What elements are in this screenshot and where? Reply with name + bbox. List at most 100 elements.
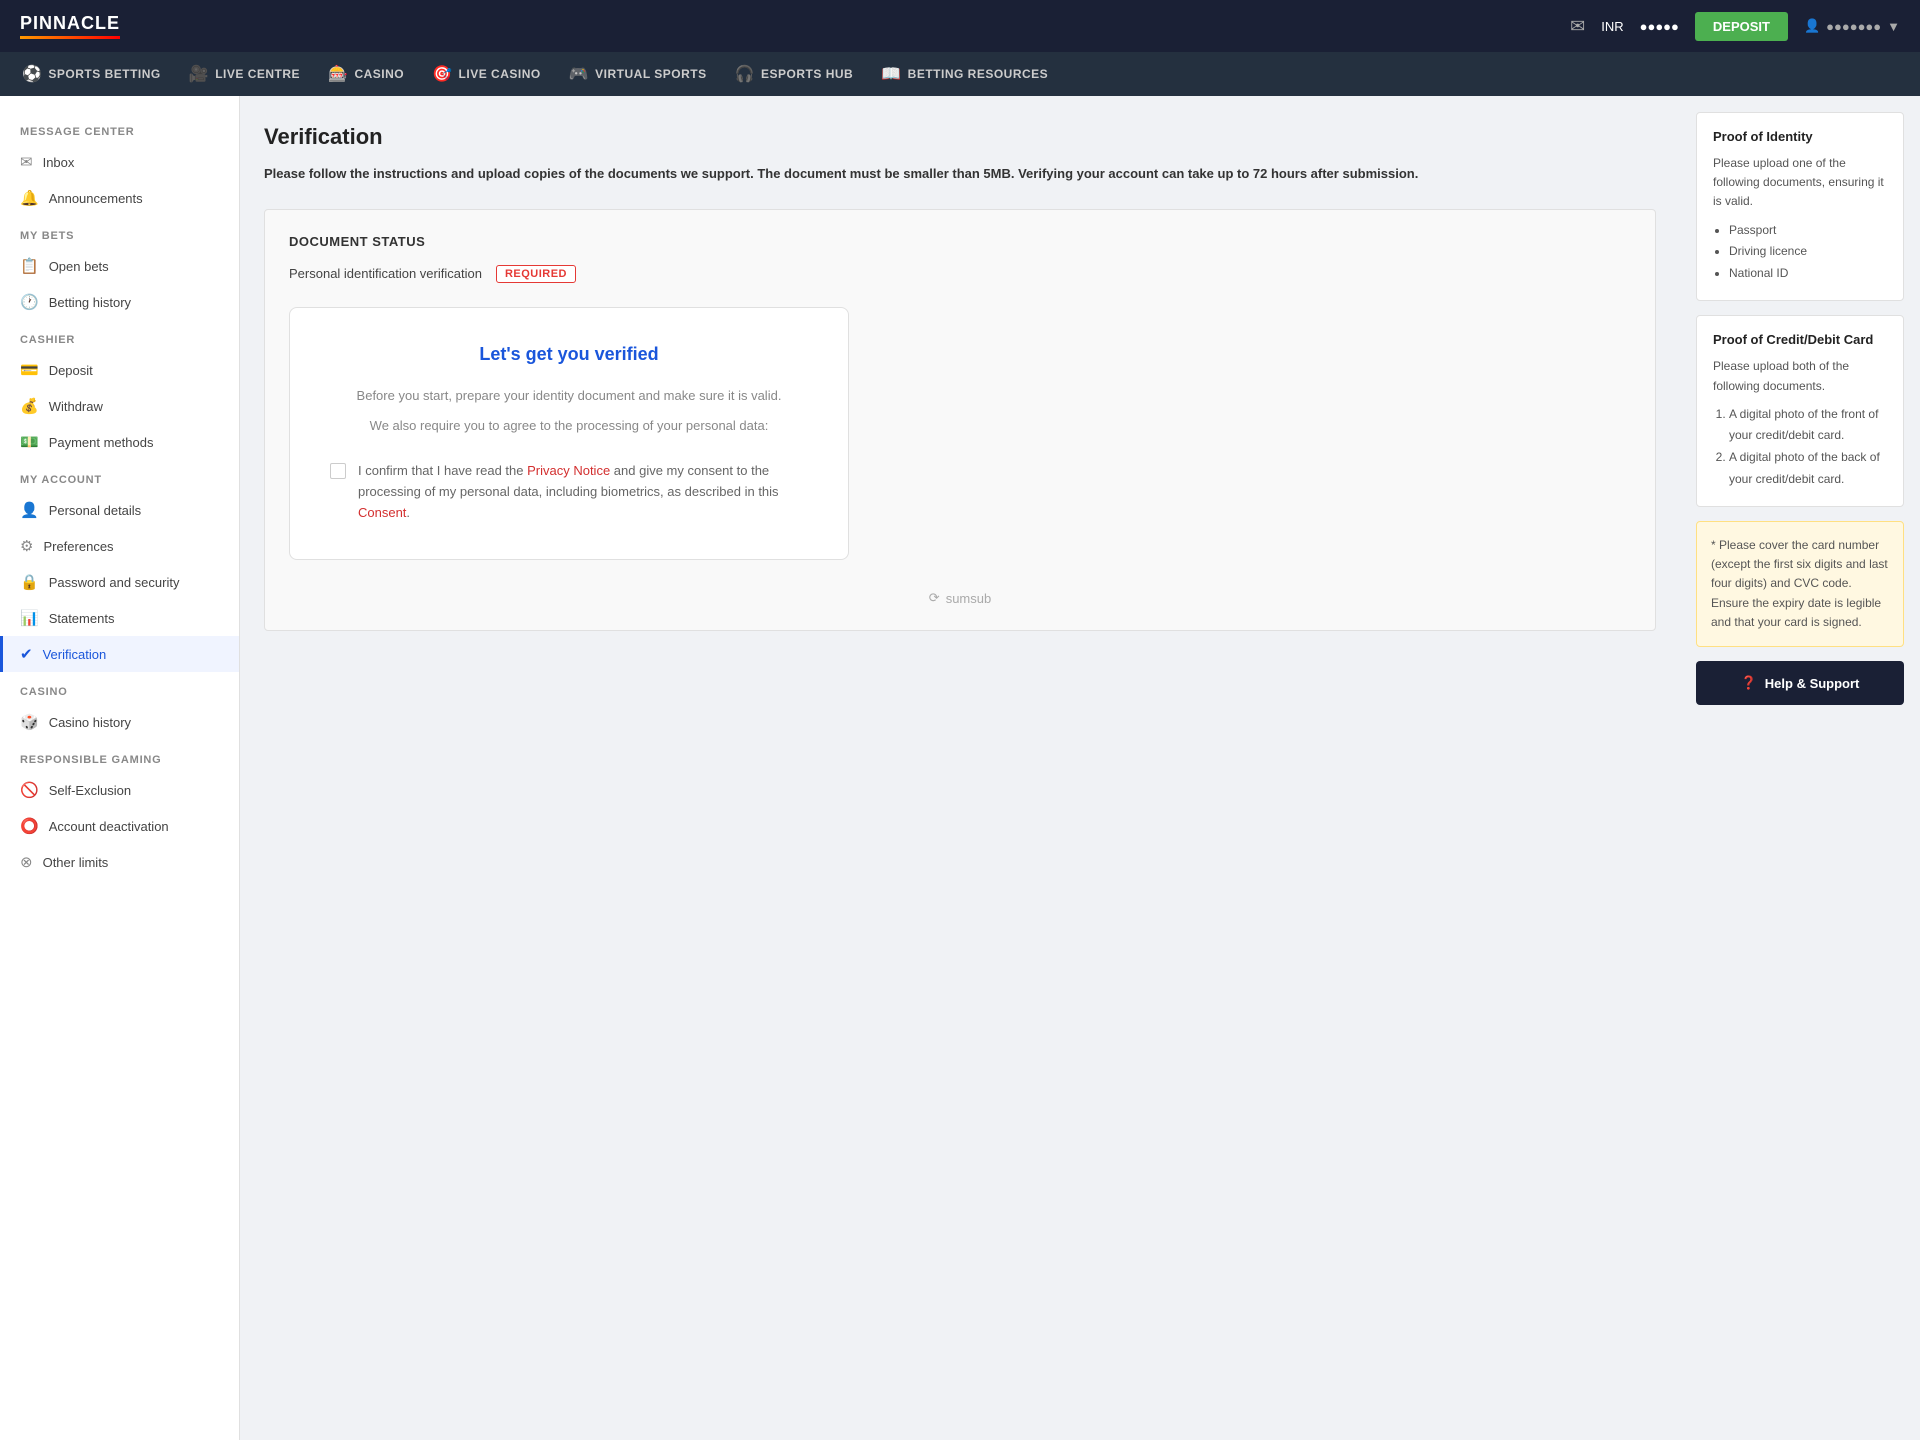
- consent-text-end: .: [406, 505, 410, 520]
- sidebar-section-cashier: CASHIER: [0, 320, 239, 352]
- proof-of-card-description: Please upload both of the following docu…: [1713, 357, 1887, 395]
- deposit-button[interactable]: DEPOSIT: [1695, 12, 1788, 41]
- sumsub-logo: ⟳ sumsub: [289, 590, 1631, 606]
- sidebar-item-self-exclusion[interactable]: 🚫 Self-Exclusion: [0, 772, 239, 808]
- personal-details-icon: 👤: [20, 501, 39, 519]
- consent-text: I confirm that I have read the Privacy N…: [358, 461, 808, 523]
- sidebar-item-payment-methods[interactable]: 💵 Payment methods: [0, 424, 239, 460]
- main-layout: MESSAGE CENTER ✉ Inbox 🔔 Announcements M…: [0, 96, 1920, 1440]
- sidebar-item-statements[interactable]: 📊 Statements: [0, 600, 239, 636]
- nav-resources-label: BETTING RESOURCES: [908, 67, 1049, 81]
- sidebar-label-payment-methods: Payment methods: [49, 435, 154, 450]
- preferences-icon: ⚙: [20, 537, 33, 555]
- sidebar-label-password-security: Password and security: [49, 575, 180, 590]
- list-item: Driving licence: [1729, 241, 1887, 263]
- logo[interactable]: PINNACLE: [20, 13, 120, 39]
- consent-link[interactable]: Consent: [358, 505, 406, 520]
- nav-sports-label: SPORTS BETTING: [48, 67, 160, 81]
- consent-checkbox[interactable]: [330, 463, 346, 479]
- proof-of-identity-title: Proof of Identity: [1713, 129, 1887, 144]
- help-icon: ❓: [1741, 675, 1757, 691]
- sidebar-item-account-deactivation[interactable]: ⭕ Account deactivation: [0, 808, 239, 844]
- document-status-box: DOCUMENT STATUS Personal identification …: [264, 209, 1656, 632]
- privacy-notice-link[interactable]: Privacy Notice: [527, 463, 610, 478]
- sidebar-label-casino-history: Casino history: [49, 715, 131, 730]
- doc-status-title: DOCUMENT STATUS: [289, 234, 1631, 249]
- list-item: Passport: [1729, 220, 1887, 242]
- user-area[interactable]: 👤 ●●●●●●● ▼: [1804, 18, 1900, 34]
- sidebar-section-my-account: MY ACCOUNT: [0, 460, 239, 492]
- top-navigation: PINNACLE ✉ INR ●●●●● DEPOSIT 👤 ●●●●●●● ▼: [0, 0, 1920, 52]
- proof-of-card-card: Proof of Credit/Debit Card Please upload…: [1696, 315, 1904, 507]
- nav-betting-resources[interactable]: 📖 BETTING RESOURCES: [869, 52, 1060, 96]
- sidebar-item-preferences[interactable]: ⚙ Preferences: [0, 528, 239, 564]
- payment-methods-icon: 💵: [20, 433, 39, 451]
- casino-history-icon: 🎲: [20, 713, 39, 731]
- betting-history-icon: 🕐: [20, 293, 39, 311]
- proof-of-identity-card: Proof of Identity Please upload one of t…: [1696, 112, 1904, 301]
- announcements-icon: 🔔: [20, 189, 39, 207]
- warning-card: * Please cover the card number (except t…: [1696, 521, 1904, 647]
- consent-text-part1: I confirm that I have read the: [358, 463, 527, 478]
- doc-status-row: Personal identification verification REQ…: [289, 265, 1631, 283]
- sidebar-item-other-limits[interactable]: ⊗ Other limits: [0, 844, 239, 880]
- proof-of-identity-description: Please upload one of the following docum…: [1713, 154, 1887, 212]
- withdraw-icon: 💰: [20, 397, 39, 415]
- username: ●●●●●●●: [1826, 19, 1881, 34]
- secondary-navigation: ⚽ SPORTS BETTING 🎥 LIVE CENTRE 🎰 CASINO …: [0, 52, 1920, 96]
- sidebar-item-inbox[interactable]: ✉ Inbox: [0, 144, 239, 180]
- currency-label: INR: [1601, 19, 1623, 34]
- sidebar-item-password-security[interactable]: 🔒 Password and security: [0, 564, 239, 600]
- verify-card-title: Let's get you verified: [330, 344, 808, 365]
- nav-esports-hub[interactable]: 🎧 ESPORTS HUB: [723, 52, 866, 96]
- nav-sports-betting[interactable]: ⚽ SPORTS BETTING: [10, 52, 173, 96]
- verify-card-line2: We also require you to agree to the proc…: [330, 415, 808, 437]
- logo-underline: [20, 36, 120, 39]
- verify-card-line1: Before you start, prepare your identity …: [330, 385, 808, 407]
- help-support-button[interactable]: ❓ Help & Support: [1696, 661, 1904, 705]
- inbox-icon: ✉: [20, 153, 33, 171]
- sidebar-item-announcements[interactable]: 🔔 Announcements: [0, 180, 239, 216]
- sidebar-item-deposit[interactable]: 💳 Deposit: [0, 352, 239, 388]
- sidebar-label-self-exclusion: Self-Exclusion: [49, 783, 131, 798]
- sidebar-section-my-bets: MY BETS: [0, 216, 239, 248]
- sidebar-item-open-bets[interactable]: 📋 Open bets: [0, 248, 239, 284]
- deposit-icon: 💳: [20, 361, 39, 379]
- nav-live-label: LIVE CENTRE: [215, 67, 300, 81]
- sidebar-item-personal-details[interactable]: 👤 Personal details: [0, 492, 239, 528]
- sidebar-label-withdraw: Withdraw: [49, 399, 103, 414]
- nav-casino[interactable]: 🎰 CASINO: [316, 52, 416, 96]
- virtual-sports-icon: 🎮: [569, 64, 589, 84]
- logo-text: PINNACLE: [20, 13, 120, 34]
- password-icon: 🔒: [20, 573, 39, 591]
- statements-icon: 📊: [20, 609, 39, 627]
- main-content: Verification Please follow the instructi…: [240, 96, 1680, 1440]
- nav-live-casino-label: LIVE CASINO: [459, 67, 541, 81]
- top-nav-right: ✉ INR ●●●●● DEPOSIT 👤 ●●●●●●● ▼: [1570, 12, 1900, 41]
- account-deactivation-icon: ⭕: [20, 817, 39, 835]
- required-badge: REQUIRED: [496, 265, 576, 283]
- sidebar-item-verification[interactable]: ✔ Verification: [0, 636, 239, 672]
- mail-icon[interactable]: ✉: [1570, 16, 1585, 37]
- sidebar-item-withdraw[interactable]: 💰 Withdraw: [0, 388, 239, 424]
- betting-resources-icon: 📖: [881, 64, 901, 84]
- sidebar-label-verification: Verification: [43, 647, 107, 662]
- proof-of-card-title: Proof of Credit/Debit Card: [1713, 332, 1887, 347]
- list-item: A digital photo of the front of your cre…: [1729, 404, 1887, 447]
- nav-casino-label: CASINO: [354, 67, 404, 81]
- sidebar-section-casino: CASINO: [0, 672, 239, 704]
- nav-live-centre[interactable]: 🎥 LIVE CENTRE: [177, 52, 312, 96]
- sidebar-section-message-center: MESSAGE CENTER: [0, 112, 239, 144]
- page-title: Verification: [264, 124, 1656, 150]
- self-exclusion-icon: 🚫: [20, 781, 39, 799]
- casino-icon: 🎰: [328, 64, 348, 84]
- nav-live-casino[interactable]: 🎯 LIVE CASINO: [420, 52, 553, 96]
- live-casino-icon: 🎯: [432, 64, 452, 84]
- sidebar-item-betting-history[interactable]: 🕐 Betting history: [0, 284, 239, 320]
- intro-text: Please follow the instructions and uploa…: [264, 164, 1656, 185]
- live-centre-icon: 🎥: [189, 64, 209, 84]
- sidebar-item-casino-history[interactable]: 🎲 Casino history: [0, 704, 239, 740]
- nav-virtual-sports[interactable]: 🎮 VIRTUAL SPORTS: [557, 52, 719, 96]
- sidebar-label-other-limits: Other limits: [43, 855, 109, 870]
- sidebar-section-responsible-gaming: RESPONSIBLE GAMING: [0, 740, 239, 772]
